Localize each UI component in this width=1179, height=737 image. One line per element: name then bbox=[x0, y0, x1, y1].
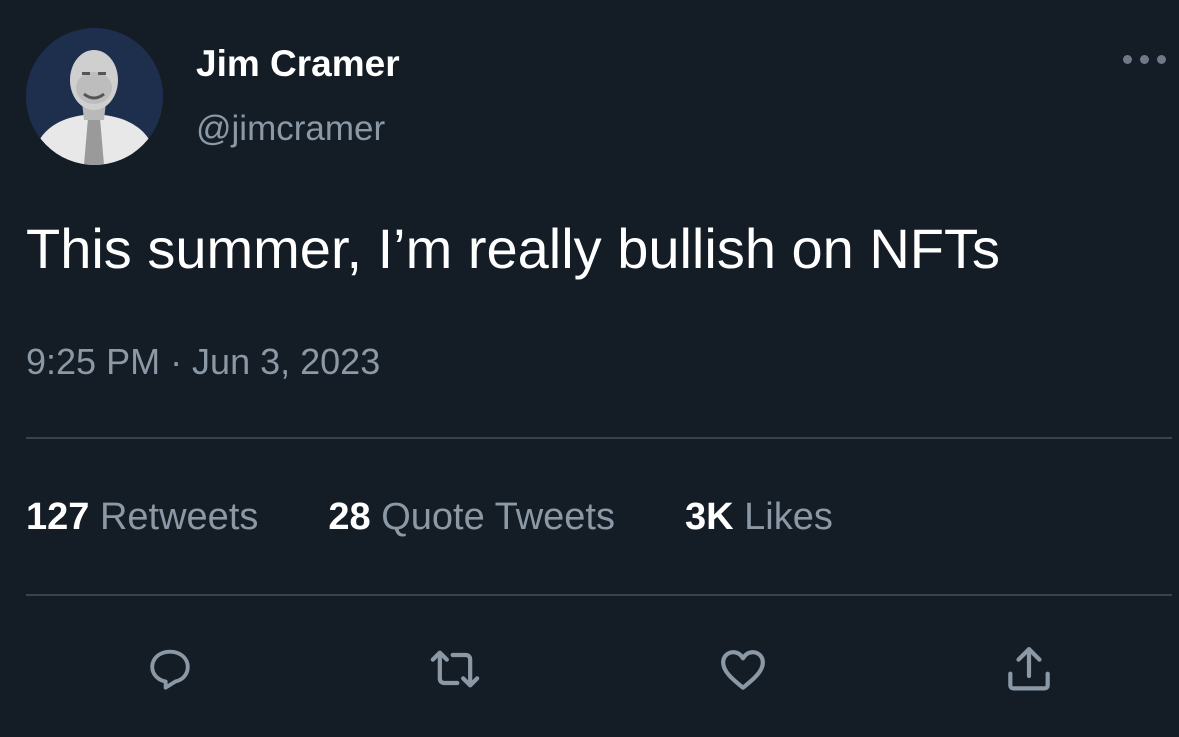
avatar-portrait bbox=[26, 28, 163, 165]
more-dot bbox=[1122, 54, 1132, 64]
tweet-card: Jim Cramer @jimcramer This summer, I’m r… bbox=[0, 0, 1179, 737]
heart-icon bbox=[721, 650, 765, 690]
tweet-text: This summer, I’m really bullish on NFTs bbox=[26, 217, 1001, 280]
likes-count: 3K bbox=[685, 496, 734, 538]
author-name[interactable]: Jim Cramer bbox=[196, 43, 400, 85]
retweets-count: 127 bbox=[26, 496, 90, 538]
retweet-button[interactable] bbox=[425, 639, 485, 699]
tweet-timestamp[interactable]: 9:25 PM · Jun 3, 2023 bbox=[26, 341, 380, 383]
more-dot bbox=[1156, 54, 1166, 64]
likes-stat[interactable]: 3K Likes bbox=[685, 496, 833, 539]
share-button[interactable] bbox=[999, 639, 1059, 699]
reply-icon bbox=[150, 649, 190, 690]
retweets-label: Retweets bbox=[99, 496, 259, 538]
divider bbox=[26, 437, 1172, 439]
divider bbox=[26, 594, 1172, 596]
retweets-stat[interactable]: 127 Retweets bbox=[26, 496, 258, 539]
retweet-icon bbox=[430, 650, 480, 688]
like-button[interactable] bbox=[713, 639, 773, 699]
more-dot bbox=[1139, 54, 1149, 64]
tweet-stats: 127 Retweets 28 Quote Tweets 3K Likes bbox=[26, 496, 833, 539]
more-icon[interactable] bbox=[1116, 44, 1172, 74]
avatar[interactable] bbox=[26, 28, 163, 165]
share-icon bbox=[1008, 647, 1050, 691]
likes-label: Likes bbox=[744, 496, 833, 538]
reply-button[interactable] bbox=[140, 639, 200, 699]
quote-tweets-stat[interactable]: 28 Quote Tweets bbox=[328, 496, 615, 539]
quote-tweets-count: 28 bbox=[328, 496, 371, 538]
author-handle[interactable]: @jimcramer bbox=[196, 109, 385, 149]
quote-tweets-label: Quote Tweets bbox=[381, 496, 615, 538]
